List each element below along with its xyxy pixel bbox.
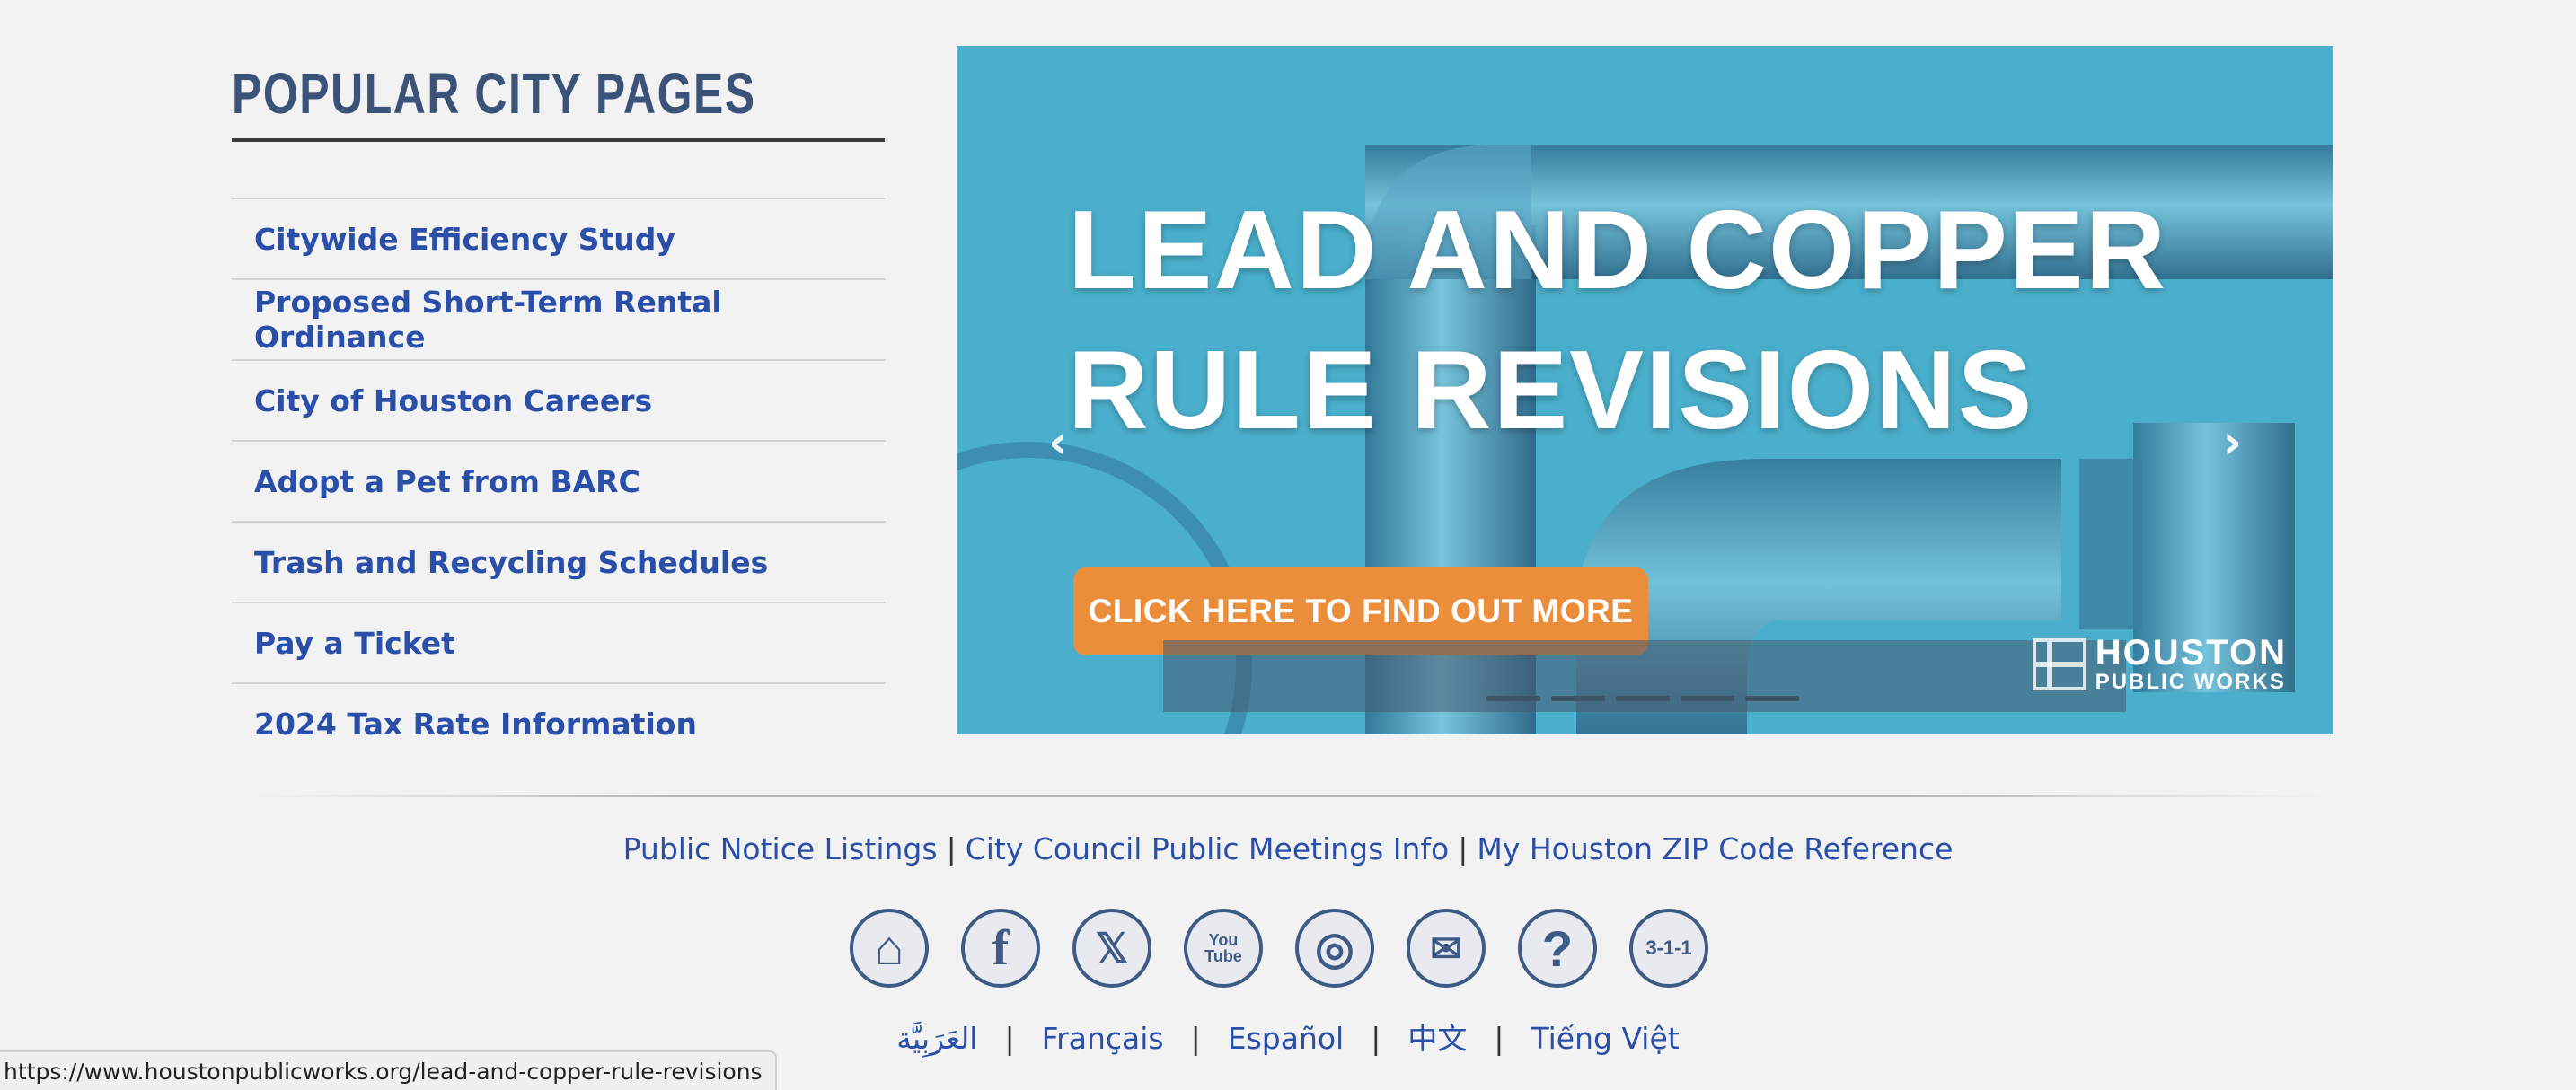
list-item: Trash and Recycling Schedules xyxy=(232,523,886,603)
youtube-icon[interactable]: You Tube xyxy=(1184,909,1263,988)
slide-dot[interactable] xyxy=(1551,696,1605,701)
slide-caption-bar xyxy=(1163,640,2126,712)
separator: | xyxy=(1458,831,1469,866)
public-notice-link[interactable]: Public Notice Listings xyxy=(623,831,938,866)
facebook-icon[interactable]: f xyxy=(961,909,1040,988)
list-item: Proposed Short-Term Rental Ordinance xyxy=(232,280,886,361)
list-item: 2024 Tax Rate Information xyxy=(232,684,886,763)
slide-dot[interactable] xyxy=(1745,696,1799,701)
link-adopt-pet[interactable]: Adopt a Pet from BARC xyxy=(254,464,640,499)
x-icon[interactable]: 𝕏 xyxy=(1072,909,1151,988)
lang-french[interactable]: Français xyxy=(1042,1021,1164,1056)
lang-vietnamese[interactable]: Tiếng Việt xyxy=(1531,1021,1679,1056)
slider-prev-arrow-icon[interactable]: ‹ xyxy=(1048,416,1067,470)
popular-city-pages: POPULAR CITY PAGES Citywide Efficiency S… xyxy=(232,54,886,763)
list-item: Citywide Efficiency Study xyxy=(232,199,886,280)
lang-arabic[interactable]: العَرَبِيَّة xyxy=(896,1021,977,1056)
slider-indicators xyxy=(1486,696,1799,701)
council-meetings-link[interactable]: City Council Public Meetings Info xyxy=(966,831,1450,866)
slide-dot[interactable] xyxy=(1616,696,1670,701)
email-icon[interactable]: ✉ xyxy=(1407,909,1486,988)
hpw-logo-icon xyxy=(2032,638,2086,690)
slide-headline: LEAD AND COPPER RULE REVISIONS xyxy=(1068,189,2168,453)
houston-public-works-logo: HOUSTON PUBLIC WORKS xyxy=(2032,635,2287,694)
separator: | xyxy=(946,831,957,866)
slider-next-arrow-icon[interactable]: › xyxy=(2223,416,2242,470)
link-citywide-efficiency-study[interactable]: Citywide Efficiency Study xyxy=(254,222,675,257)
separator: | xyxy=(1371,1021,1381,1056)
separator: | xyxy=(1004,1021,1015,1056)
lang-chinese[interactable]: 中文 xyxy=(1407,1021,1467,1056)
list-item: Pay a Ticket xyxy=(232,603,886,684)
help-icon[interactable]: ? xyxy=(1518,909,1597,988)
311-icon[interactable]: 3-1-1 xyxy=(1629,909,1708,988)
popular-title: POPULAR CITY PAGES xyxy=(232,54,885,142)
separator: | xyxy=(1494,1021,1504,1056)
list-item: City of Houston Careers xyxy=(232,361,886,442)
popular-links-list: Citywide Efficiency Study Proposed Short… xyxy=(232,198,886,763)
list-item: Adopt a Pet from BARC xyxy=(232,442,886,523)
footer-links: Public Notice Listings | City Council Publ… xyxy=(0,831,2576,866)
social-icons: ⌂ f 𝕏 You Tube ◎ ✉ ? 3-1-1 xyxy=(850,909,1708,988)
link-trash-recycling[interactable]: Trash and Recycling Schedules xyxy=(254,545,768,580)
hero-slider[interactable]: LEAD AND COPPER RULE REVISIONS CLICK HER… xyxy=(957,46,2333,734)
slide-dot[interactable] xyxy=(1681,696,1734,701)
link-short-term-rental-ordinance[interactable]: Proposed Short-Term Rental Ordinance xyxy=(254,285,886,355)
slide-dot[interactable] xyxy=(1486,696,1540,701)
separator: | xyxy=(1190,1021,1201,1056)
link-careers[interactable]: City of Houston Careers xyxy=(254,383,652,418)
link-pay-ticket[interactable]: Pay a Ticket xyxy=(254,626,455,661)
link-tax-rate[interactable]: 2024 Tax Rate Information xyxy=(254,707,697,742)
footer-divider xyxy=(251,795,2326,797)
instagram-icon[interactable]: ◎ xyxy=(1295,909,1374,988)
lang-spanish[interactable]: Español xyxy=(1228,1021,1345,1056)
home-icon[interactable]: ⌂ xyxy=(850,909,929,988)
status-bar-url: https://www.houstonpublicworks.org/lead-… xyxy=(0,1050,777,1090)
zip-code-link[interactable]: My Houston ZIP Code Reference xyxy=(1477,831,1953,866)
